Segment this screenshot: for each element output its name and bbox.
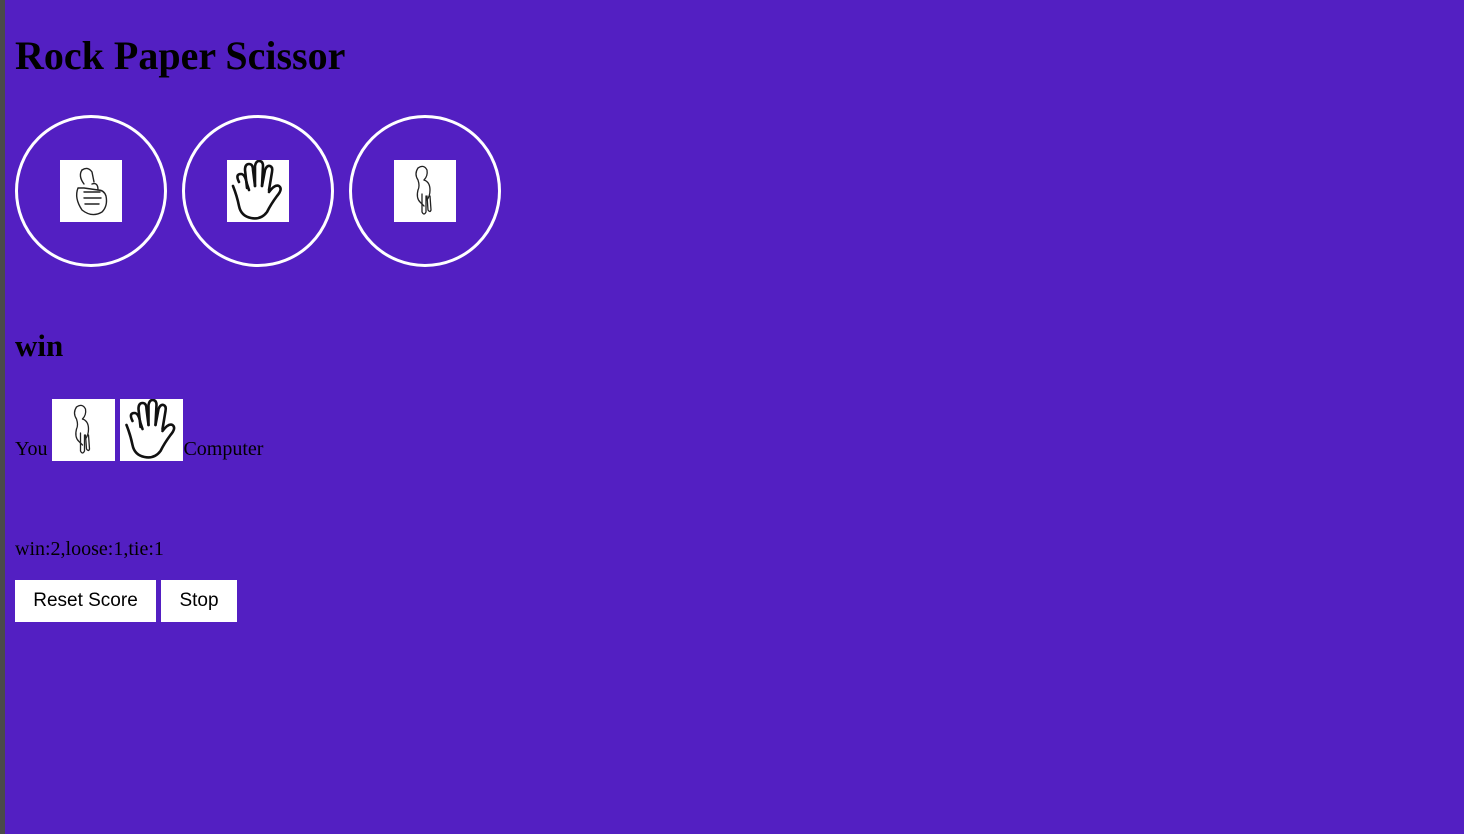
page-title: Rock Paper Scissor	[15, 33, 346, 78]
rock-choice-button[interactable]	[15, 115, 167, 267]
rock-hand-icon	[60, 160, 122, 222]
scissor-hand-icon	[52, 399, 116, 461]
computer-label: Computer	[183, 438, 264, 460]
stop-button[interactable]: Stop	[161, 580, 237, 622]
paper-hand-icon	[227, 160, 289, 222]
you-label: You	[15, 438, 48, 460]
paper-hand-icon	[120, 399, 184, 461]
paper-choice-button[interactable]	[182, 115, 334, 267]
result-heading: win	[15, 328, 64, 363]
scissor-choice-button[interactable]	[349, 115, 501, 267]
match-display: You Computer	[15, 395, 263, 461]
reset-score-button[interactable]: Reset Score	[15, 580, 156, 622]
scissor-hand-icon	[394, 160, 456, 222]
window-edge	[0, 0, 5, 834]
score-text: win:2,loose:1,tie:1	[15, 538, 164, 560]
